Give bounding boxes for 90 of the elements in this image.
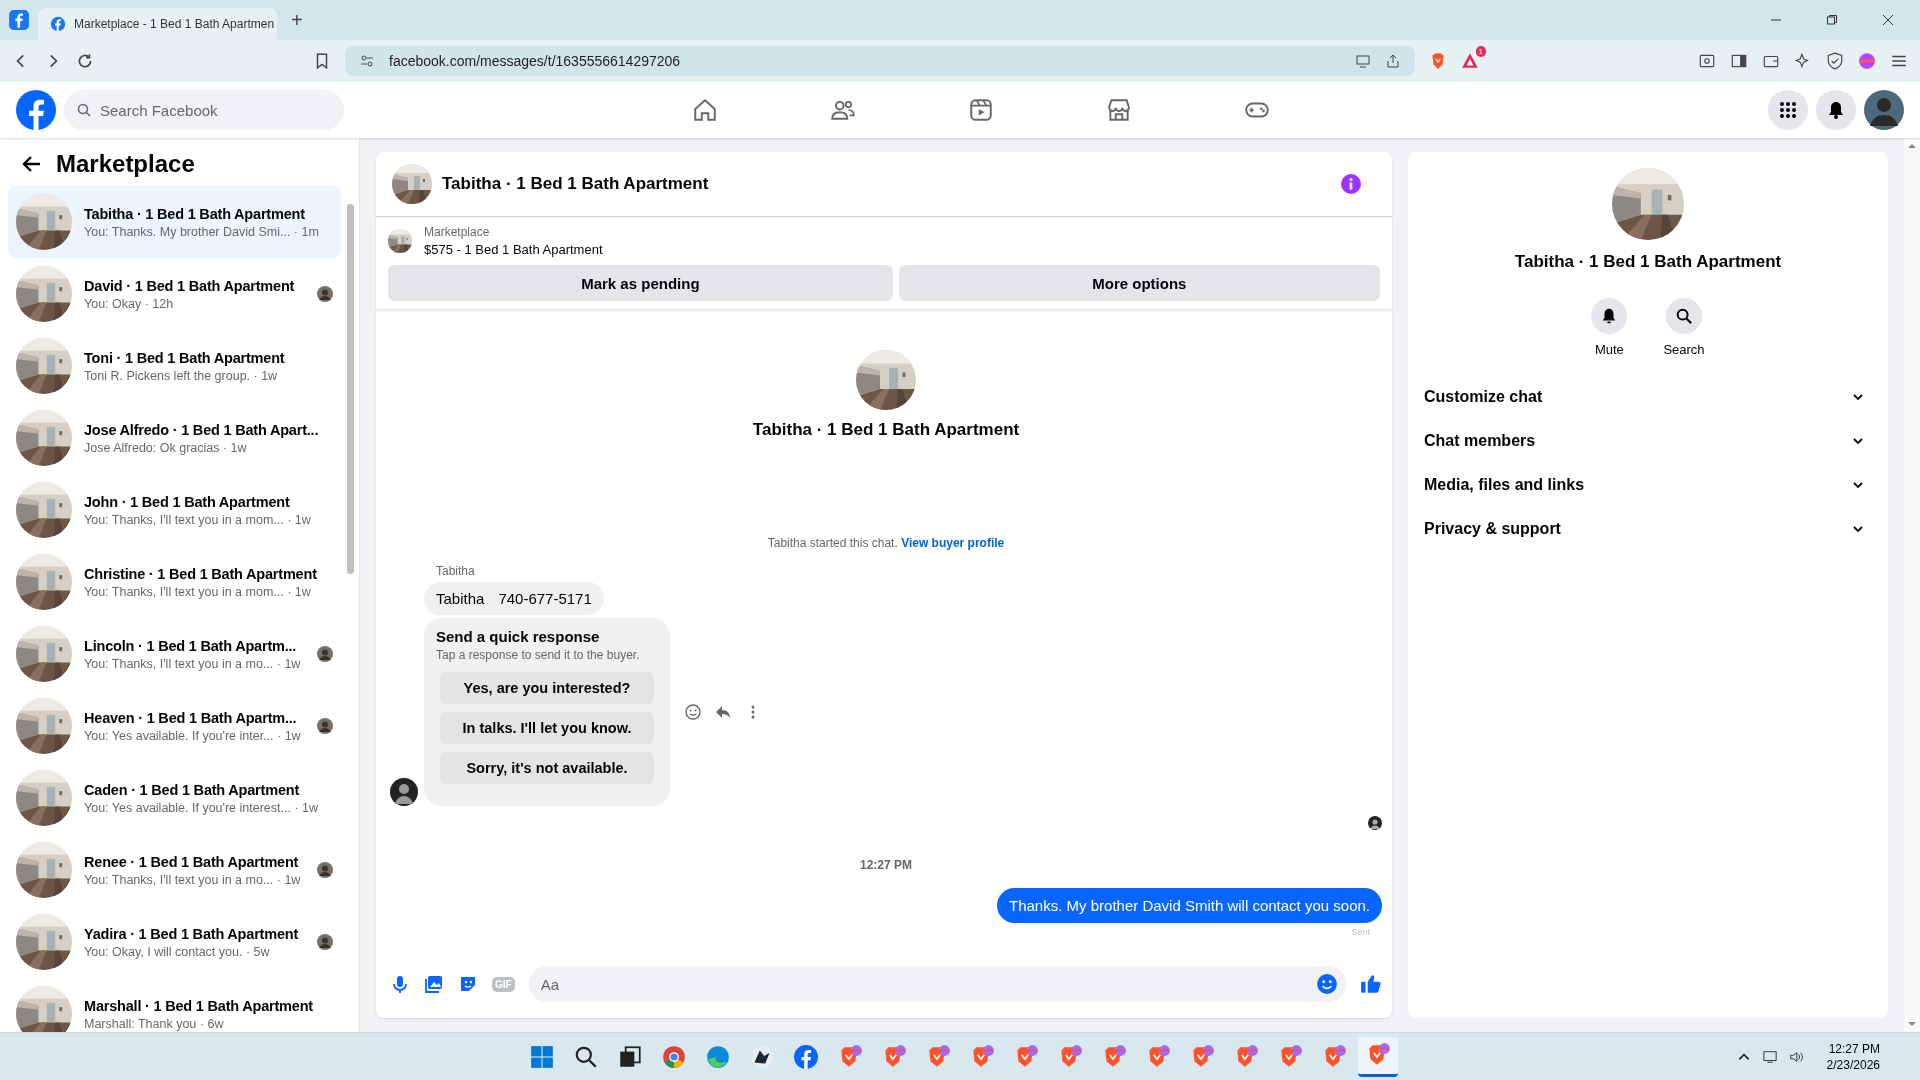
action-label: Mute bbox=[1594, 342, 1624, 357]
mute-button[interactable] bbox=[1591, 298, 1628, 334]
conversation-item[interactable]: Renee · 1 Bed 1 Bath Apartment You: Thanks, I'll text you in a mo... · 1w bbox=[8, 834, 341, 906]
buyer-profile-link[interactable]: View buyer profile bbox=[901, 536, 1005, 550]
page-title: Marketplace bbox=[56, 150, 195, 178]
scroll-down-icon[interactable] bbox=[1907, 1019, 1917, 1029]
menu-button[interactable] bbox=[1768, 90, 1808, 130]
card-subtitle: Tap a response to send it to the buyer. bbox=[436, 648, 641, 662]
listing-action-button[interactable]: Mark as pending bbox=[388, 265, 893, 301]
delivery-status: Sent bbox=[1351, 927, 1370, 937]
conversation-item[interactable]: Jose Alfredo · 1 Bed 1 Bath Apart... Jose Alfredo: Ok gracias · 1w bbox=[8, 402, 341, 474]
quick-response-button[interactable]: Sorry, it's not available. bbox=[440, 752, 654, 784]
message-bubble[interactable]: Tabitha 740-677-5171 bbox=[424, 582, 604, 615]
browser-icon bbox=[661, 1043, 687, 1070]
conversation-item[interactable]: Lincoln · 1 Bed 1 Bath Apartm... You: Thanks, I'll text you in a mo... · 1w bbox=[8, 618, 341, 690]
conversation-item[interactable]: David · 1 Bed 1 Bath Apartment You: Okay · 12h bbox=[8, 258, 341, 330]
image-icon[interactable] bbox=[424, 974, 444, 994]
sent-message-bubble[interactable]: Thanks. My brother David Smith will contact you soon. bbox=[997, 888, 1382, 923]
sticker-icon[interactable] bbox=[458, 974, 478, 994]
close-icon[interactable] bbox=[1882, 14, 1894, 26]
scroll-up-icon[interactable] bbox=[1907, 141, 1917, 151]
bell-icon bbox=[1826, 100, 1846, 120]
notifications-button[interactable] bbox=[1816, 90, 1856, 130]
chat-start-notice: Tabitha started this chat. View buyer profile bbox=[766, 536, 1006, 550]
conversation-item[interactable]: Tabitha · 1 Bed 1 Bath Apartment You: Thanks. My brother David Smi... · 1m bbox=[8, 186, 341, 258]
shield-icon[interactable] bbox=[1429, 52, 1447, 70]
reload-icon[interactable] bbox=[76, 52, 94, 70]
browser-logo-icon[interactable] bbox=[8, 9, 30, 31]
quick-response-button[interactable]: Yes, are you interested? bbox=[440, 672, 654, 704]
conversation-item[interactable]: John · 1 Bed 1 Bath Apartment You: Thanks, I'll text you in a mom... · 1w bbox=[8, 474, 341, 546]
listing-title[interactable]: $575 - 1 Bed 1 Bath Apartment bbox=[424, 242, 603, 257]
collapsible-section[interactable]: Privacy & support bbox=[1424, 507, 1872, 551]
seen-avatar bbox=[1368, 816, 1382, 830]
video-icon[interactable] bbox=[968, 97, 994, 123]
emoji-icon[interactable] bbox=[684, 703, 702, 721]
site-settings-icon[interactable] bbox=[359, 53, 375, 69]
browser-tab[interactable]: Marketplace - 1 Bed 1 Bath Apartmen bbox=[38, 8, 277, 40]
action-label: Search bbox=[1663, 342, 1705, 357]
microphone-icon[interactable] bbox=[390, 974, 410, 994]
notification-badge: 1 bbox=[1475, 46, 1486, 57]
back-icon[interactable] bbox=[22, 154, 42, 174]
search-icon bbox=[1675, 307, 1693, 325]
windows-stack-icon bbox=[617, 1043, 643, 1070]
message-timestamp: 12:27 PM bbox=[860, 858, 912, 872]
chat-title: Tabitha · 1 Bed 1 Bath Apartment bbox=[442, 174, 709, 194]
collapsible-section[interactable]: Customize chat bbox=[1424, 375, 1872, 419]
sparkle-icon[interactable] bbox=[1794, 52, 1812, 70]
conversation-item[interactable]: Toni · 1 Bed 1 Bath Apartment Toni R. Pickens left the group. · 1w bbox=[8, 330, 341, 402]
search-button[interactable] bbox=[1666, 298, 1702, 334]
grid-icon bbox=[1778, 100, 1798, 120]
thumbs-up-icon[interactable] bbox=[1360, 973, 1382, 995]
profile-avatar[interactable] bbox=[1864, 90, 1904, 130]
emoji-icon[interactable] bbox=[1316, 973, 1338, 995]
home-icon[interactable] bbox=[692, 97, 718, 123]
logo-icon bbox=[793, 1043, 819, 1070]
windows-icon bbox=[529, 1043, 555, 1070]
share-icon[interactable] bbox=[1385, 53, 1401, 69]
conversation-item[interactable]: Yadira · 1 Bed 1 Bath Apartment You: Okay, I will contact you. · 5w bbox=[8, 906, 341, 978]
logo-icon[interactable] bbox=[16, 90, 56, 130]
conversation-name: Tabitha · 1 Bed 1 Bath Apartment bbox=[1514, 252, 1782, 272]
app-icon bbox=[749, 1043, 775, 1070]
collapsible-section[interactable]: Chat members bbox=[1424, 419, 1872, 463]
wave-browser-icon bbox=[705, 1043, 731, 1070]
sender-name: Tabitha bbox=[436, 564, 476, 578]
speaker-icon[interactable] bbox=[1788, 1049, 1803, 1064]
listing-source: Marketplace bbox=[424, 225, 491, 239]
monitor-icon[interactable] bbox=[1762, 1049, 1777, 1064]
sidebar-icon[interactable] bbox=[1730, 52, 1748, 70]
conversation-item[interactable]: Christine · 1 Bed 1 Bath Apartment You: Thanks, I'll text you in a mom... · 1w bbox=[8, 546, 341, 618]
shield-check-icon[interactable] bbox=[1826, 52, 1844, 70]
system-clock[interactable]: 12:27 PM 2/23/2026 bbox=[1826, 1040, 1880, 1073]
conversation-item[interactable]: Heaven · 1 Bed 1 Bath Apartm... You: Yes available. If you're inter... · 1w bbox=[8, 690, 341, 762]
card-title: Send a quick response bbox=[436, 628, 601, 645]
quick-response-button[interactable]: In talks. I'll let you know. bbox=[440, 712, 654, 744]
scrollbar-thumb[interactable] bbox=[347, 204, 354, 574]
collapsible-section[interactable]: Media, files and links bbox=[1424, 463, 1872, 507]
chat-name: Tabitha · 1 Bed 1 Bath Apartment bbox=[752, 420, 1020, 440]
search-field[interactable]: Search Facebook bbox=[64, 90, 344, 130]
new-tab-button[interactable]: + bbox=[285, 8, 309, 32]
info-icon[interactable] bbox=[1341, 174, 1361, 194]
sender-avatar[interactable] bbox=[390, 778, 418, 806]
restore-icon[interactable] bbox=[1826, 14, 1838, 26]
screenshot-icon[interactable] bbox=[1698, 52, 1716, 70]
message-field[interactable]: Aa bbox=[528, 966, 1346, 1002]
listing-action-button[interactable]: More options bbox=[898, 265, 1380, 301]
triangle-icon[interactable] bbox=[1461, 52, 1479, 70]
site-logo-icon bbox=[50, 16, 66, 32]
shop-icon[interactable] bbox=[1106, 97, 1132, 123]
address-field[interactable]: facebook.com/messages/t/1635556614297206 bbox=[345, 46, 1415, 76]
conversation-item[interactable]: Caden · 1 Bed 1 Bath Apartment You: Yes available. If you're interest... · 1w bbox=[8, 762, 341, 834]
